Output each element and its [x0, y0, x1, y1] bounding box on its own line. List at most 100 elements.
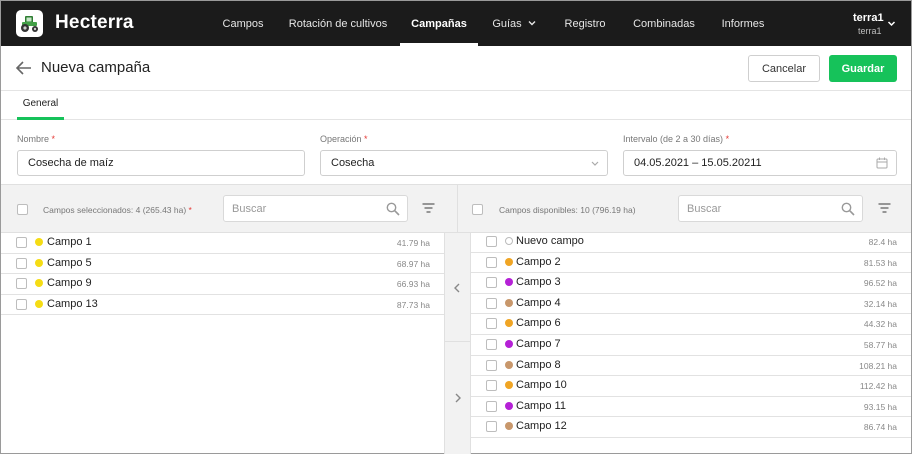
row-checkbox[interactable] — [486, 318, 497, 330]
page-title: Nueva campaña — [41, 59, 151, 76]
nav-item-campanas[interactable]: Campañas — [400, 1, 478, 46]
selected-field-row[interactable]: Campo 9 66.93 ha — [1, 274, 444, 295]
nav-item-guias[interactable]: Guías — [489, 1, 525, 46]
field-name: Nuevo campo — [516, 235, 584, 247]
field-color-dot — [35, 279, 43, 287]
chevron-down-icon[interactable] — [528, 19, 536, 27]
available-field-row[interactable]: Campo 8 108.21 ha — [471, 356, 911, 377]
available-field-row[interactable]: Nuevo campo 82.4 ha — [471, 232, 911, 253]
filter-icon[interactable] — [422, 203, 435, 213]
row-checkbox[interactable] — [486, 400, 497, 412]
required-mark: * — [188, 205, 192, 215]
row-checkbox[interactable] — [16, 237, 27, 248]
field-area: 112.42 ha — [859, 381, 897, 392]
row-checkbox[interactable] — [16, 257, 27, 269]
select-all-selected-checkbox[interactable] — [17, 204, 28, 215]
nav-item-campos[interactable]: Campos — [217, 1, 269, 46]
intervalo-date-range-input[interactable]: 04.05.2021 – 15.05.20211 — [623, 150, 897, 176]
transfer-controls — [444, 233, 471, 454]
field-name: Campo 13 — [47, 297, 98, 310]
field-area: 96.52 ha — [863, 278, 897, 289]
available-field-row[interactable]: Campo 7 58.77 ha — [471, 335, 911, 356]
page-header: Nueva campaña Cancelar Guardar — [1, 46, 911, 91]
select-all-available-checkbox[interactable] — [472, 204, 483, 215]
field-color-dot — [505, 237, 513, 245]
user-name[interactable]: terra1 — [853, 12, 884, 24]
row-checkbox[interactable] — [486, 421, 497, 433]
operacion-select[interactable]: Cosecha — [320, 150, 608, 176]
row-checkbox[interactable] — [16, 278, 27, 289]
field-area: 41.79 ha — [396, 238, 430, 248]
tractor-icon[interactable] — [16, 10, 43, 37]
selected-search-placeholder: Buscar — [232, 203, 267, 215]
nombre-label-text: Nombre — [17, 134, 50, 144]
required-mark: * — [51, 134, 56, 144]
user-menu-chevron-icon[interactable] — [887, 19, 896, 28]
available-field-row[interactable]: Campo 2 81.53 ha — [471, 253, 911, 274]
field-area: 87.73 ha — [396, 299, 430, 310]
field-color-dot — [505, 360, 513, 369]
field-name: Campo 7 — [516, 338, 561, 350]
field-color-dot — [505, 422, 513, 431]
row-checkbox[interactable] — [486, 256, 497, 268]
row-checkbox[interactable] — [16, 298, 27, 310]
available-field-row[interactable]: Campo 10 112.42 ha — [471, 376, 911, 397]
field-color-dot — [505, 319, 513, 328]
field-color-dot — [505, 381, 513, 390]
row-checkbox[interactable] — [486, 236, 497, 247]
field-area: 32.14 ha — [863, 298, 897, 309]
field-name: Campo 12 — [516, 420, 567, 433]
field-area: 82.4 ha — [868, 237, 897, 247]
selected-search-input[interactable]: Buscar — [223, 195, 408, 222]
field-area: 44.32 ha — [863, 319, 897, 330]
field-name: Campo 2 — [516, 255, 561, 268]
available-field-row[interactable]: Campo 12 86.74 ha — [471, 417, 911, 438]
field-name: Campo 10 — [516, 379, 567, 392]
row-checkbox[interactable] — [486, 339, 497, 350]
selected-field-row[interactable]: Campo 1 41.79 ha — [1, 233, 444, 254]
available-field-row[interactable]: Campo 11 93.15 ha — [471, 397, 911, 418]
row-checkbox[interactable] — [486, 359, 497, 371]
top-navigation-bar: Hecterra Campos Rotación de cultivos Cam… — [1, 1, 911, 46]
nav-item-rotacion-de-cultivos[interactable]: Rotación de cultivos — [287, 1, 389, 46]
nav-item-informes[interactable]: Informes — [715, 1, 771, 46]
selected-field-row[interactable]: Campo 13 87.73 ha — [1, 295, 444, 315]
field-area: 86.74 ha — [863, 422, 897, 433]
chevron-down-icon — [591, 161, 599, 166]
search-icon[interactable] — [386, 202, 400, 216]
required-mark: * — [364, 134, 368, 144]
available-field-row[interactable]: Campo 4 32.14 ha — [471, 294, 911, 315]
available-field-row[interactable]: Campo 3 96.52 ha — [471, 273, 911, 294]
cancel-button[interactable]: Cancelar — [748, 55, 820, 82]
selected-fields-summary-text: Campos seleccionados: 4 (265.43 ha) — [43, 205, 187, 215]
field-name: Campo 11 — [516, 399, 566, 412]
intervalo-label-text: Intervalo (de 2 a 30 días) — [623, 134, 724, 144]
field-color-dot — [35, 238, 43, 246]
chevron-right-icon[interactable] — [453, 393, 462, 403]
operacion-value: Cosecha — [331, 157, 375, 169]
field-name: Campo 1 — [47, 236, 92, 248]
calendar-icon[interactable] — [876, 157, 888, 169]
row-checkbox[interactable] — [486, 297, 497, 309]
save-button[interactable]: Guardar — [829, 55, 897, 82]
available-field-row[interactable]: Campo 6 44.32 ha — [471, 314, 911, 335]
available-search-input[interactable]: Buscar — [678, 195, 863, 222]
nombre-input[interactable]: Cosecha de maíz — [17, 150, 305, 176]
filter-icon[interactable] — [878, 203, 891, 213]
selected-field-row[interactable]: Campo 5 68.97 ha — [1, 254, 444, 274]
field-name: Campo 5 — [47, 256, 92, 269]
available-fields-summary: Campos disponibles: 10 (796.19 ha) — [499, 205, 636, 215]
tab-general[interactable]: General — [17, 91, 64, 120]
back-arrow-icon[interactable] — [16, 61, 32, 75]
field-name: Campo 8 — [516, 358, 561, 371]
tab-bar: General — [1, 91, 911, 120]
nav-item-registro[interactable]: Registro — [559, 1, 611, 46]
field-area: 66.93 ha — [396, 279, 430, 289]
row-checkbox[interactable] — [486, 380, 497, 392]
chevron-left-icon[interactable] — [453, 283, 462, 293]
field-area: 58.77 ha — [863, 340, 897, 350]
row-checkbox[interactable] — [486, 277, 497, 289]
nav-item-combinadas[interactable]: Combinadas — [629, 1, 699, 46]
app-name: Hecterra — [55, 12, 134, 33]
search-icon[interactable] — [841, 202, 855, 216]
